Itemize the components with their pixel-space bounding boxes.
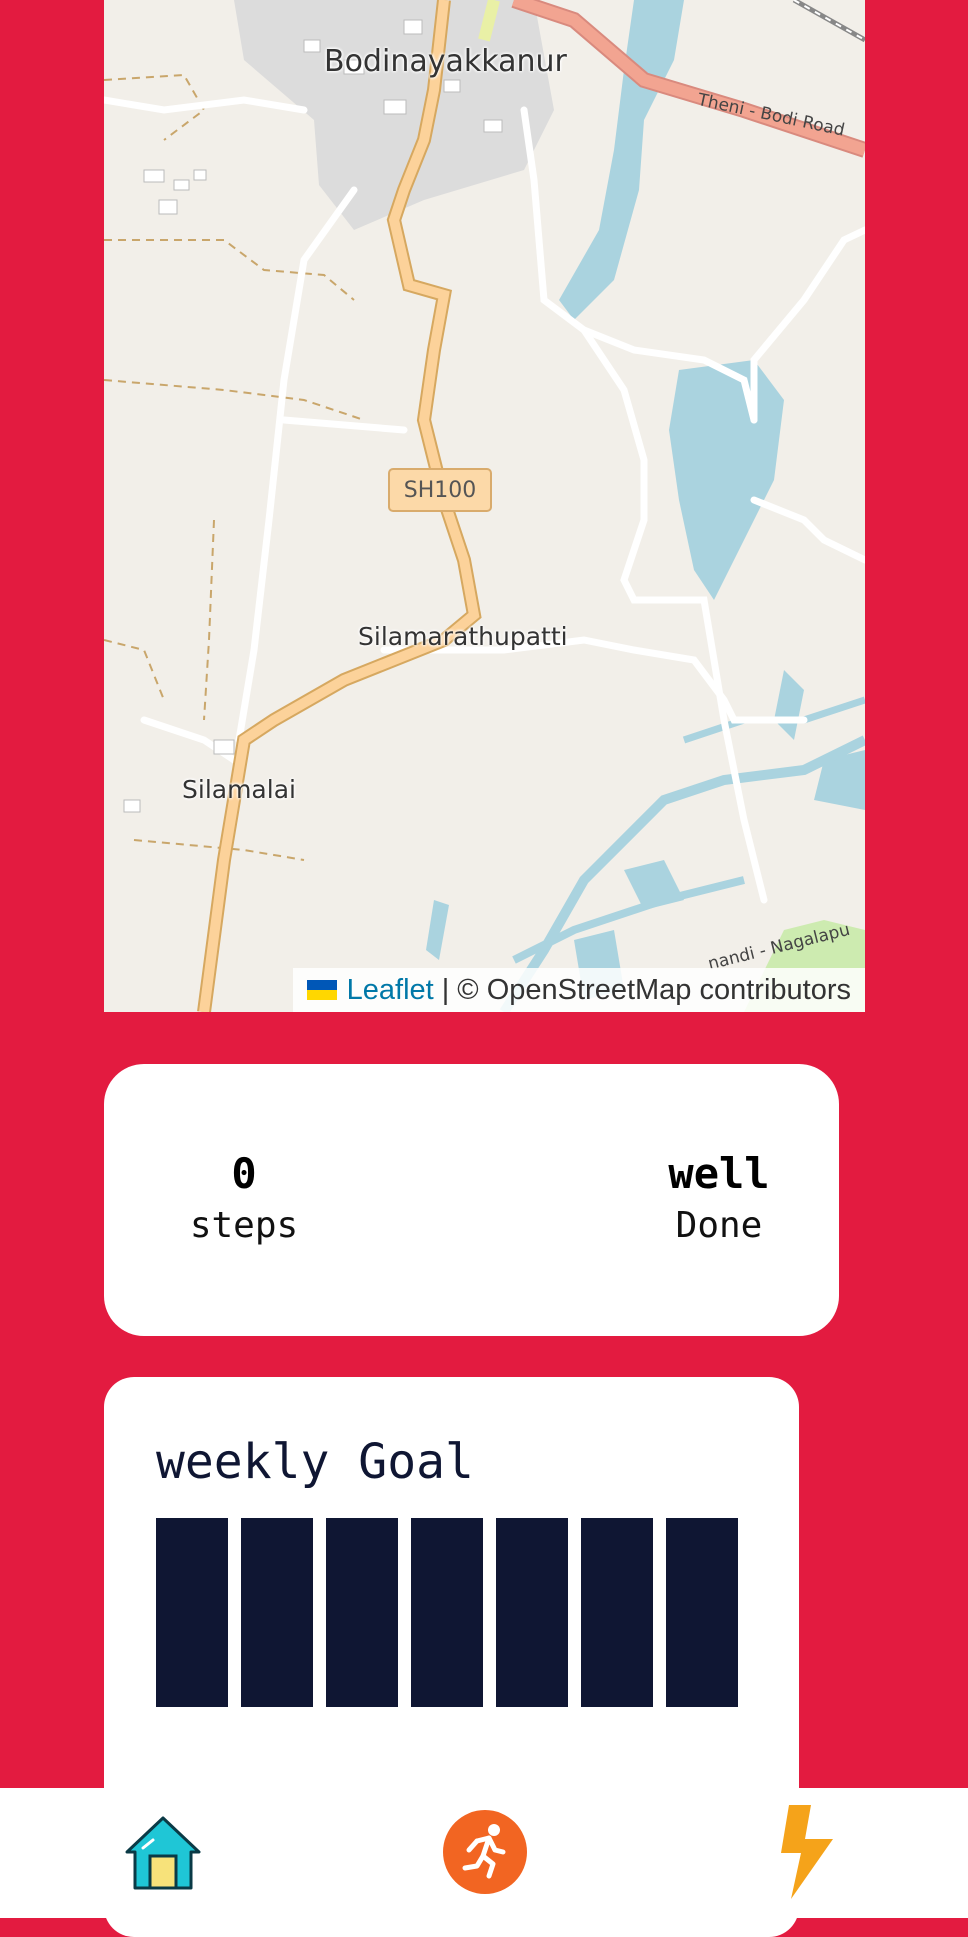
- steps-label: steps: [189, 1205, 299, 1246]
- nav-power-button[interactable]: [762, 1804, 852, 1900]
- map-label-town: Bodinayakkanur: [324, 44, 567, 79]
- ukraine-flag-icon: [306, 980, 337, 1000]
- goal-day-bar: [666, 1518, 738, 1707]
- bottom-nav: [0, 1788, 968, 1918]
- stats-card: 0 steps well Done: [104, 1064, 839, 1336]
- goal-day-bar: [496, 1518, 568, 1707]
- goal-day-bar: [241, 1518, 313, 1707]
- lightning-icon: [781, 1805, 833, 1899]
- goal-day-bar: [326, 1518, 398, 1707]
- map-view[interactable]: Bodinayakkanur Silamarathupatti Silamala…: [104, 0, 865, 1012]
- steps-value: 0: [231, 1149, 257, 1198]
- goal-day-bar: [581, 1518, 653, 1707]
- road-shield: SH100: [388, 468, 492, 512]
- weekly-goal-title: weekly Goal: [156, 1434, 474, 1490]
- osm-credit: © OpenStreetMap contributors: [457, 973, 851, 1006]
- leaflet-link[interactable]: Leaflet: [347, 974, 434, 1007]
- goal-day-bar: [411, 1518, 483, 1707]
- done-label: Done: [675, 1205, 763, 1246]
- done-value: well: [668, 1149, 770, 1198]
- attribution-separator: |: [441, 973, 450, 1006]
- map-label-village: Silamarathupatti: [358, 622, 568, 651]
- goal-day-bar: [156, 1518, 228, 1707]
- done-stat: well Done: [629, 1150, 809, 1254]
- map-label-village: Silamalai: [182, 775, 296, 804]
- nav-run-button[interactable]: [440, 1804, 530, 1900]
- running-icon: [443, 1810, 527, 1894]
- home-icon: [125, 1816, 201, 1890]
- steps-stat: 0 steps: [154, 1150, 334, 1254]
- map-attribution: Leaflet | © OpenStreetMap contributors: [292, 968, 865, 1012]
- nav-home-button[interactable]: [118, 1804, 208, 1900]
